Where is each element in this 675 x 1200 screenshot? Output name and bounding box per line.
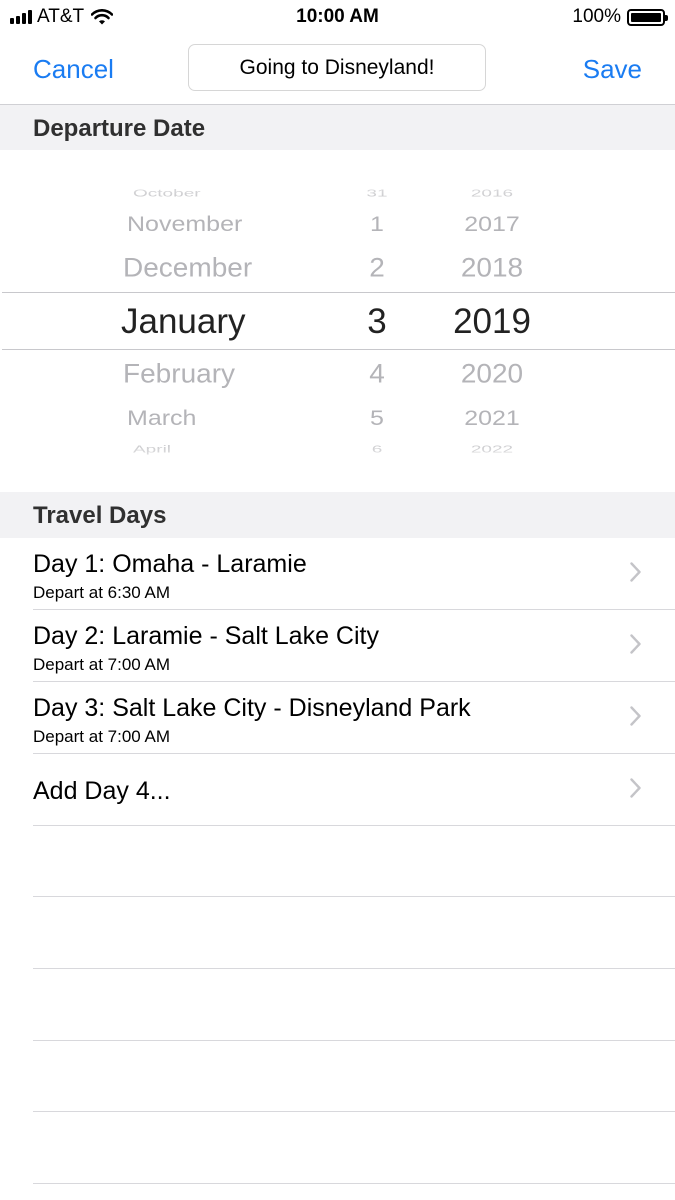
picker-month-option[interactable]: February bbox=[123, 360, 235, 388]
empty-row-separator bbox=[33, 896, 675, 897]
save-button[interactable]: Save bbox=[583, 54, 642, 85]
picker-day-option[interactable]: 1 bbox=[317, 213, 437, 234]
navigation-bar: Cancel Going to Disneyland! Save bbox=[0, 34, 675, 105]
departure-date-header: Departure Date bbox=[0, 105, 675, 151]
chevron-right-icon bbox=[630, 778, 641, 798]
travel-days-header: Travel Days bbox=[0, 492, 675, 538]
chevron-right-icon bbox=[630, 562, 641, 582]
picker-day-option[interactable]: 4 bbox=[317, 360, 437, 388]
picker-year-option[interactable]: 2021 bbox=[432, 407, 552, 428]
empty-row-separator bbox=[33, 968, 675, 969]
picker-month-option[interactable]: January bbox=[121, 304, 246, 339]
picker-month-option[interactable]: April bbox=[133, 444, 171, 454]
travel-day-title: Day 1: Omaha - Laramie bbox=[33, 550, 307, 578]
battery-icon bbox=[627, 8, 668, 26]
picker-year-option[interactable]: 2020 bbox=[432, 360, 552, 388]
travel-day-title: Day 2: Laramie - Salt Lake City bbox=[33, 622, 379, 650]
picker-year-option[interactable]: 2018 bbox=[432, 254, 552, 282]
picker-year-option[interactable]: 2017 bbox=[432, 213, 552, 234]
chevron-right-icon bbox=[630, 634, 641, 654]
travel-day-row-1[interactable]: Day 1: Omaha - Laramie Depart at 6:30 AM bbox=[0, 538, 675, 610]
picker-month-option[interactable]: October bbox=[133, 188, 201, 198]
add-day-row[interactable]: Add Day 4... bbox=[0, 754, 675, 826]
picker-selection-top-line bbox=[2, 292, 675, 293]
departure-date-picker[interactable]: October November December January February Ma… bbox=[0, 150, 675, 492]
empty-row-separator bbox=[33, 1183, 675, 1184]
add-day-label: Add Day 4... bbox=[33, 777, 171, 805]
status-right: 100% bbox=[572, 6, 668, 28]
status-bar: AT&T 10:00 AM 100% bbox=[0, 0, 675, 34]
picker-fade-bottom bbox=[0, 432, 675, 492]
picker-fade-top bbox=[0, 150, 675, 210]
picker-day-option[interactable]: 3 bbox=[317, 304, 437, 339]
travel-day-subtitle: Depart at 6:30 AM bbox=[33, 583, 171, 602]
picker-year-option[interactable]: 2022 bbox=[432, 444, 552, 454]
row-separator bbox=[33, 825, 675, 826]
battery-fill bbox=[631, 12, 661, 22]
picker-year-option[interactable]: 2016 bbox=[432, 188, 552, 198]
battery-percent: 100% bbox=[572, 6, 621, 27]
picker-day-option[interactable]: 6 bbox=[317, 444, 437, 454]
picker-day-option[interactable]: 2 bbox=[317, 254, 437, 282]
picker-month-option[interactable]: December bbox=[123, 254, 252, 282]
travel-day-row-3[interactable]: Day 3: Salt Lake City - Disneyland Park … bbox=[0, 682, 675, 754]
travel-day-row-2[interactable]: Day 2: Laramie - Salt Lake City Depart a… bbox=[0, 610, 675, 682]
picker-year-option[interactable]: 2019 bbox=[432, 304, 552, 339]
travel-day-title: Day 3: Salt Lake City - Disneyland Park bbox=[33, 694, 471, 722]
picker-day-option[interactable]: 5 bbox=[317, 407, 437, 428]
picker-month-option[interactable]: March bbox=[127, 407, 196, 428]
empty-row-separator bbox=[33, 1111, 675, 1112]
picker-month-option[interactable]: November bbox=[127, 213, 242, 234]
chevron-right-icon bbox=[630, 706, 641, 726]
cancel-button[interactable]: Cancel bbox=[33, 54, 114, 85]
empty-row-separator bbox=[33, 1040, 675, 1041]
trip-title-field[interactable]: Going to Disneyland! bbox=[188, 44, 486, 91]
travel-day-subtitle: Depart at 7:00 AM bbox=[33, 655, 171, 674]
travel-day-subtitle: Depart at 7:00 AM bbox=[33, 727, 171, 746]
picker-day-option[interactable]: 31 bbox=[317, 188, 437, 198]
picker-selection-bottom-line bbox=[2, 349, 675, 350]
